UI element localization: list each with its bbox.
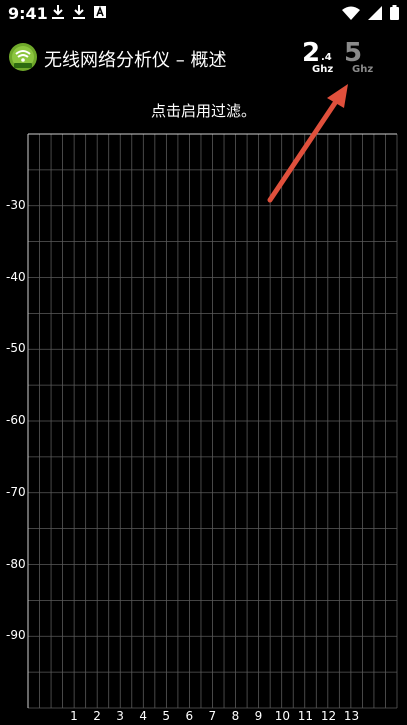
x-tick-label: 11 bbox=[297, 709, 314, 723]
x-tick-label: 7 bbox=[208, 709, 217, 723]
y-tick-label: -90 bbox=[6, 628, 26, 643]
x-tick-label: 3 bbox=[116, 709, 124, 723]
x-tick-label: 6 bbox=[185, 709, 194, 723]
channel-graph[interactable] bbox=[0, 0, 407, 725]
x-tick-label: 2 bbox=[93, 709, 101, 723]
x-tick-label: 13 bbox=[343, 709, 360, 723]
x-tick-label: 9 bbox=[254, 709, 263, 723]
y-tick-label: -80 bbox=[6, 556, 26, 571]
y-tick-label: -40 bbox=[6, 269, 26, 284]
y-tick-label: -30 bbox=[6, 197, 26, 212]
x-tick-label: 1 bbox=[70, 709, 78, 723]
y-tick-label: -60 bbox=[6, 413, 26, 427]
x-tick-label: 4 bbox=[139, 709, 147, 723]
y-tick-label: -50 bbox=[6, 341, 26, 356]
x-tick-label: 10 bbox=[274, 709, 290, 723]
y-tick-label: -70 bbox=[6, 484, 26, 499]
x-tick-label: 12 bbox=[320, 709, 337, 723]
x-tick-label: 8 bbox=[231, 709, 240, 723]
x-tick-label: 5 bbox=[162, 709, 171, 723]
